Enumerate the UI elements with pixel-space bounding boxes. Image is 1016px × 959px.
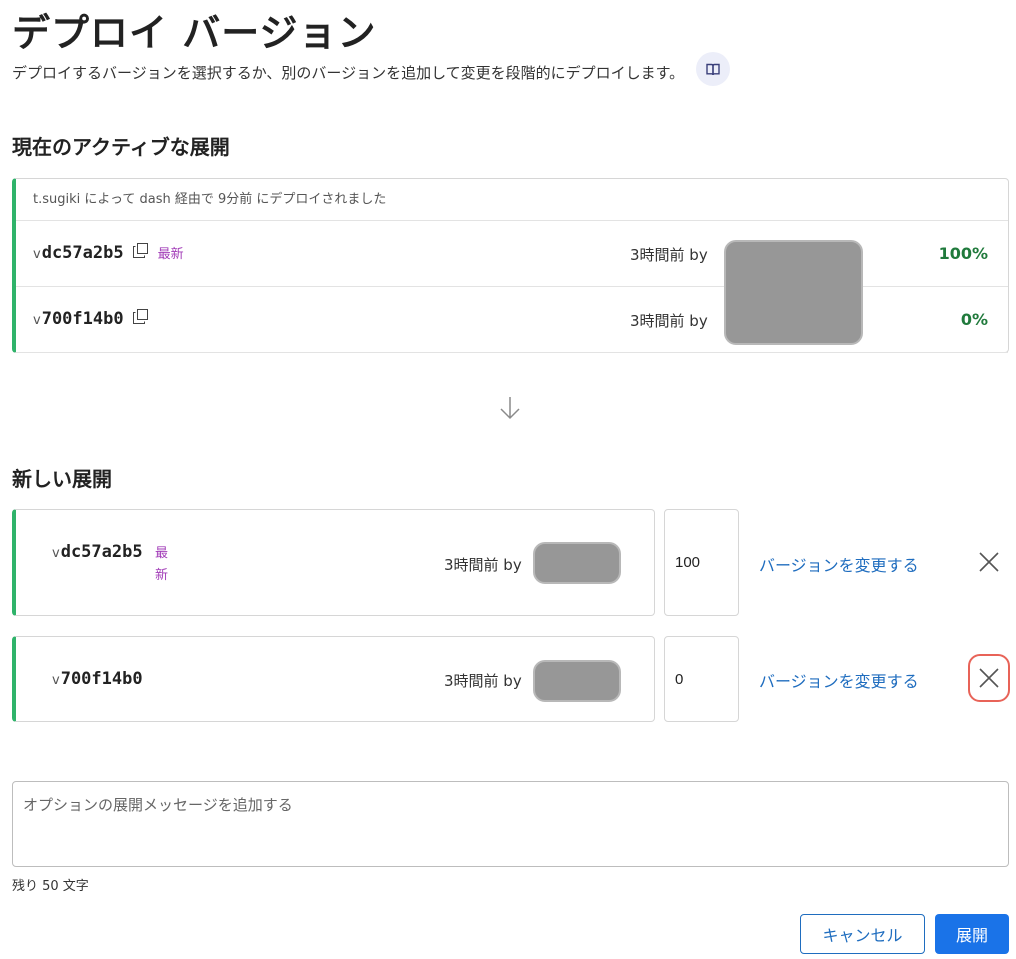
version-label: v dc57a2b5 最新: [33, 243, 184, 263]
arrow-down-icon: [500, 397, 520, 420]
new-section-title: 新しい展開: [12, 467, 112, 491]
traffic-percent: 0%: [960, 310, 988, 329]
page-subtitle-text: デプロイするバージョンを選択するか、別のバージョンを追加して変更を段階的にデプロ…: [12, 63, 685, 82]
page-subtitle: デプロイするバージョンを選択するか、別のバージョンを追加して変更を段階的にデプロ…: [12, 52, 731, 86]
version-id: dc57a2b5: [60, 542, 143, 562]
latest-badge: 最新: [155, 546, 169, 583]
deploy-message-input[interactable]: [12, 781, 1009, 867]
latest-badge: 最新: [157, 247, 184, 262]
version-label: v 700f14b0: [52, 669, 143, 689]
version-prefix: v: [52, 546, 60, 561]
book-icon: [706, 63, 720, 75]
traffic-percent-input[interactable]: [664, 636, 739, 722]
change-version-link[interactable]: バージョンを変更する: [759, 552, 919, 576]
version-label: v dc57a2b5: [52, 542, 143, 562]
version-time-by: 3時間前 by: [630, 246, 708, 264]
close-icon: [979, 668, 999, 688]
avatar: [533, 660, 621, 702]
version-id: dc57a2b5: [41, 243, 124, 263]
close-icon: [979, 552, 999, 572]
version-time-by: 3時間前 by: [444, 556, 522, 574]
version-time-by: 3時間前 by: [630, 312, 708, 330]
traffic-percent-input[interactable]: [664, 509, 739, 616]
deploy-button[interactable]: 展開: [935, 914, 1009, 954]
remaining-characters: 残り 50 文字: [12, 879, 89, 894]
active-section-title: 現在のアクティブな展開: [12, 135, 230, 159]
version-prefix: v: [33, 247, 41, 262]
remove-version-button[interactable]: [968, 541, 1010, 583]
cancel-button[interactable]: キャンセル: [800, 914, 925, 954]
docs-button[interactable]: [696, 52, 731, 86]
change-version-link[interactable]: バージョンを変更する: [759, 668, 919, 692]
copy-icon[interactable]: [132, 309, 148, 328]
version-id: 700f14b0: [41, 309, 124, 329]
version-time-by: 3時間前 by: [444, 672, 522, 690]
avatar: [533, 542, 621, 584]
version-prefix: v: [52, 673, 60, 688]
copy-icon[interactable]: [132, 243, 148, 262]
active-deployment-card: t.sugiki によって dash 経由で 9分前 にデプロイされました v …: [12, 178, 1009, 353]
active-deployment-caption: t.sugiki によって dash 経由で 9分前 にデプロイされました: [16, 179, 1008, 221]
page-title: デプロイ バージョン: [12, 11, 377, 55]
traffic-percent: 100%: [938, 244, 988, 263]
remove-version-button[interactable]: [968, 654, 1010, 702]
avatar: [724, 240, 863, 345]
new-version-row: v dc57a2b5 最新 3時間前 by: [12, 509, 655, 616]
version-label: v 700f14b0: [33, 309, 148, 329]
version-prefix: v: [33, 313, 41, 328]
version-id: 700f14b0: [60, 669, 143, 689]
new-version-row: v 700f14b0 3時間前 by: [12, 636, 655, 722]
